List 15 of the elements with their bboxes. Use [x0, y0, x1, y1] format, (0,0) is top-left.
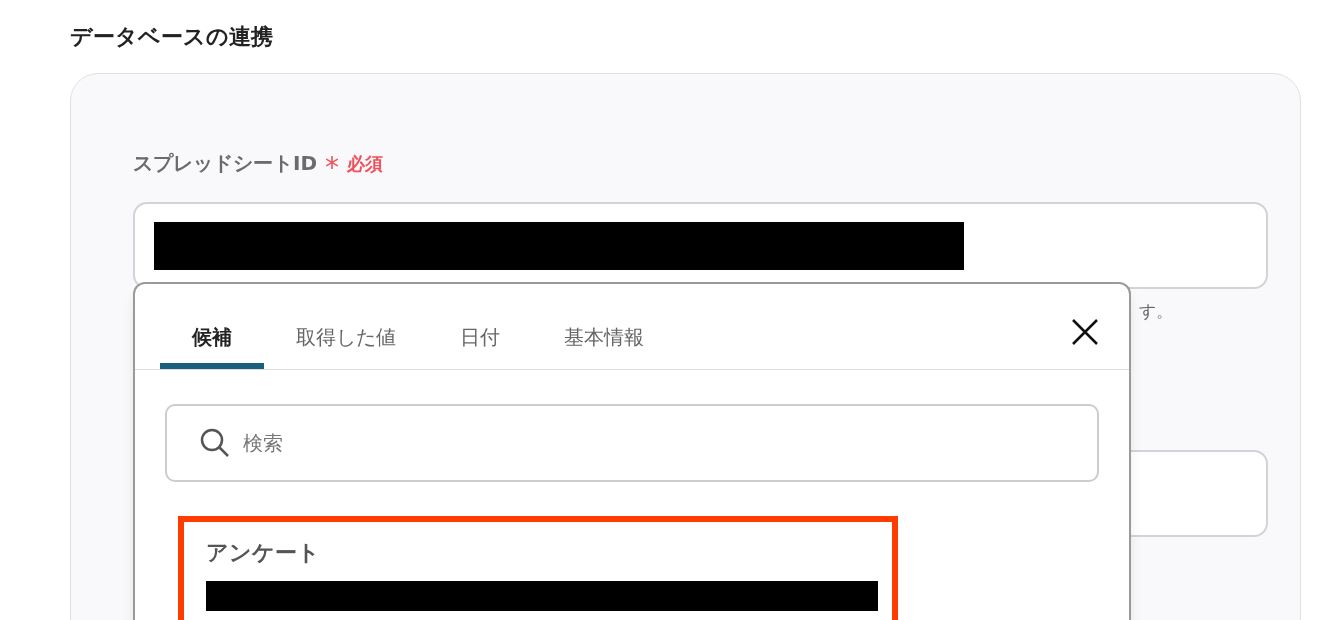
item-title: アンケート	[206, 539, 321, 567]
close-icon[interactable]	[1071, 318, 1099, 346]
hint-text: す。	[1139, 301, 1173, 321]
tab[interactable]: 基本情報	[532, 311, 676, 369]
search-icon	[199, 427, 231, 459]
tab[interactable]: 日付	[428, 311, 532, 369]
suggestion-item[interactable]: アンケート	[178, 516, 898, 620]
tab[interactable]: 取得した値	[264, 311, 428, 369]
field-label: スプレッドシートID	[133, 150, 318, 177]
input-field[interactable]	[133, 202, 1268, 289]
section-title: データベースの連携	[70, 23, 274, 51]
required-asterisk: *	[325, 154, 340, 182]
tab[interactable]: 候補	[160, 311, 264, 369]
search-field[interactable]: 検索	[165, 404, 1099, 482]
required-label: 必須	[347, 151, 384, 176]
